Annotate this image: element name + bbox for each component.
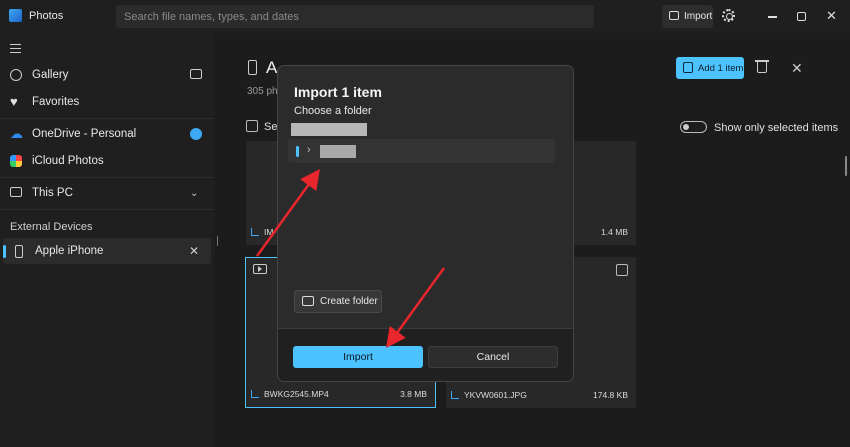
- annotation-arrow-folder: [255, 168, 320, 257]
- annotation-arrows: [255, 168, 446, 349]
- annotation-arrow-import: [386, 267, 446, 349]
